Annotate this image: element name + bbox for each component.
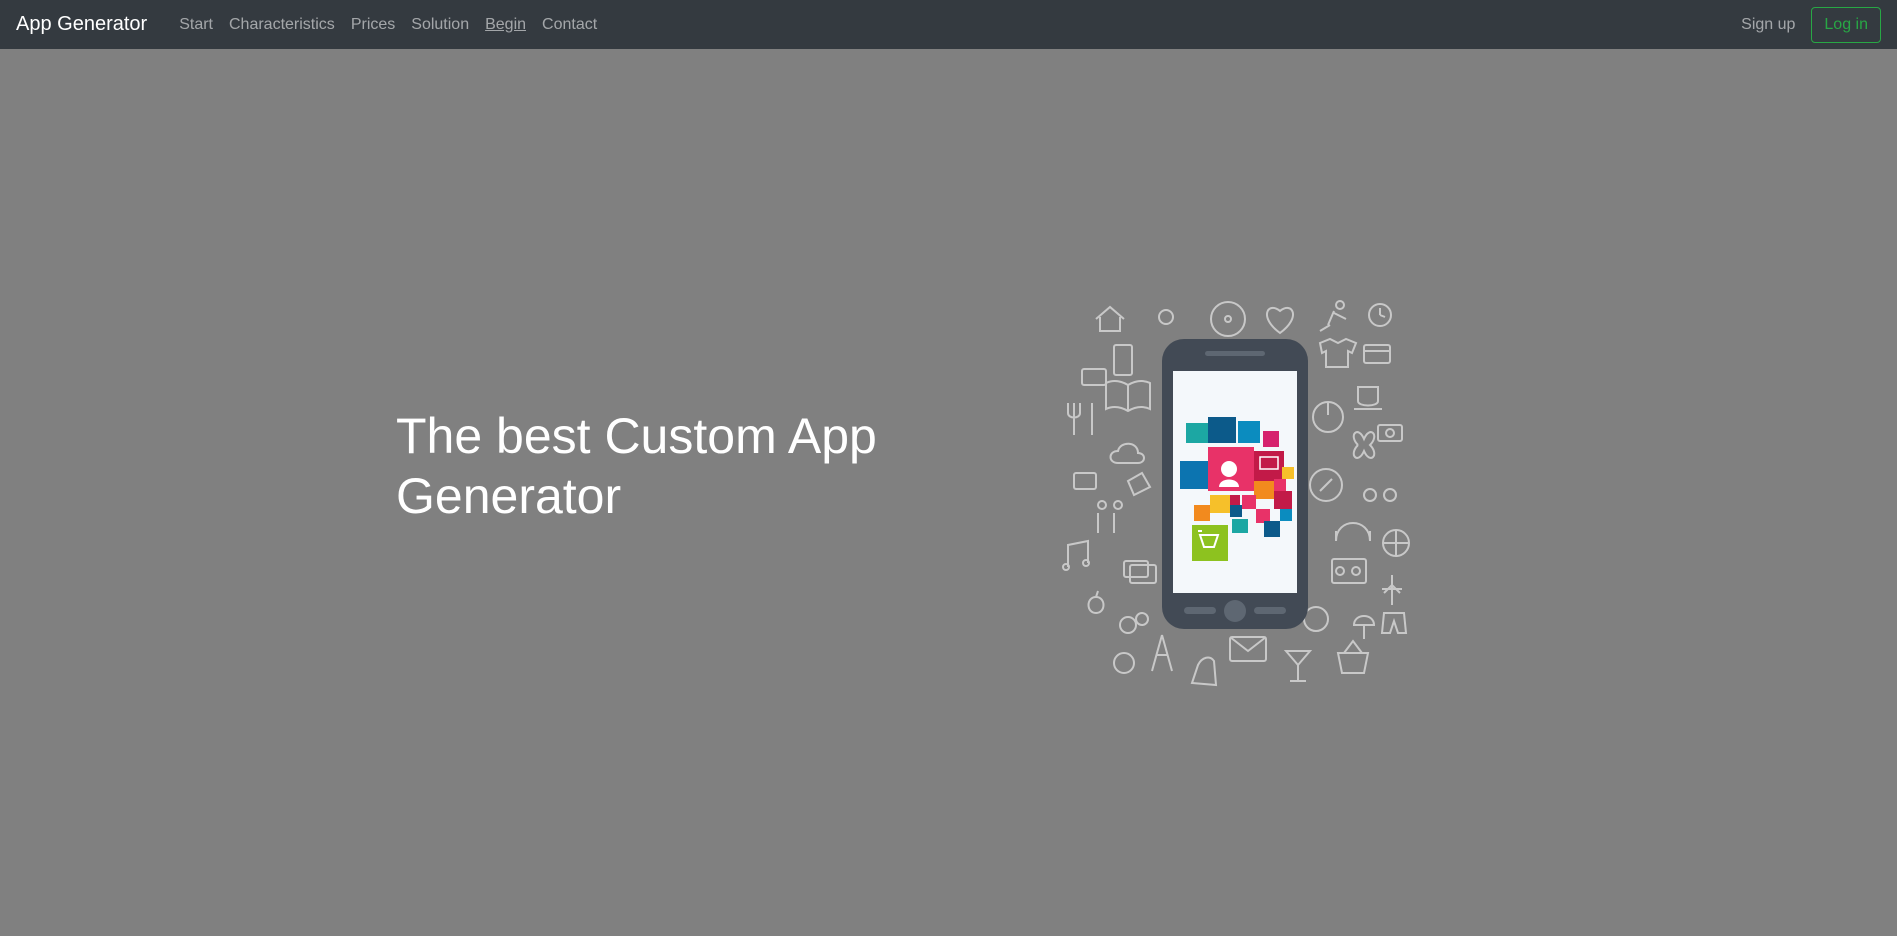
nav-links: Start Characteristics Prices Solution Be… [171, 16, 605, 34]
nav-link-begin[interactable]: Begin [477, 16, 534, 34]
book-icon [1105, 380, 1151, 413]
briefcase-icon [1081, 368, 1107, 386]
phone [1162, 339, 1308, 629]
nav-right: Sign up Log in [1733, 6, 1881, 43]
fridge-icon [1113, 344, 1133, 376]
family-icon [1097, 500, 1107, 510]
disc-icon [1210, 301, 1246, 337]
brand-logo[interactable]: App Generator [16, 13, 147, 36]
login-button[interactable]: Log in [1811, 6, 1881, 43]
camera-icon [1377, 424, 1403, 442]
top-navbar: App Generator Start Characteristics Pric… [0, 0, 1897, 49]
tv-icon [1073, 472, 1097, 490]
nav-link-contact[interactable]: Contact [534, 16, 605, 34]
bicycle-icon [1363, 488, 1377, 502]
umbrella-icon [1352, 615, 1376, 639]
shirt-icon [1318, 337, 1358, 368]
eiffel-tower-icon [1151, 634, 1173, 672]
heart-icon [1266, 306, 1294, 335]
weather-icon [1109, 442, 1145, 464]
nav-link-characteristics[interactable]: Characteristics [221, 16, 343, 34]
hand-icon [1126, 471, 1152, 497]
globe-icon [1113, 652, 1135, 674]
apple-icon [1087, 590, 1105, 615]
headphones-icon [1335, 522, 1371, 542]
hero-title: The best Custom App Generator [396, 408, 877, 524]
signup-link[interactable]: Sign up [1733, 16, 1803, 34]
phone-apps-illustration [1062, 300, 1410, 687]
chat-icon [1129, 564, 1157, 584]
cocktail-icon [1283, 650, 1313, 682]
card-icon [1363, 344, 1391, 364]
shorts-icon [1380, 612, 1408, 634]
house-icon [1095, 305, 1125, 332]
heel-icon [1190, 656, 1218, 687]
nav-link-prices[interactable]: Prices [343, 16, 403, 34]
gears-icon [1119, 616, 1137, 634]
basket-icon [1336, 639, 1370, 674]
cup-icon [1354, 386, 1382, 410]
clover-icon [1352, 431, 1376, 459]
nav-link-solution[interactable]: Solution [403, 16, 477, 34]
runner-icon [1335, 300, 1345, 310]
microphone-icon [1158, 309, 1174, 325]
plane-icon [1382, 575, 1402, 605]
nav-link-start[interactable]: Start [171, 16, 221, 34]
music-icon [1067, 539, 1089, 567]
cutlery-icon [1067, 403, 1093, 435]
